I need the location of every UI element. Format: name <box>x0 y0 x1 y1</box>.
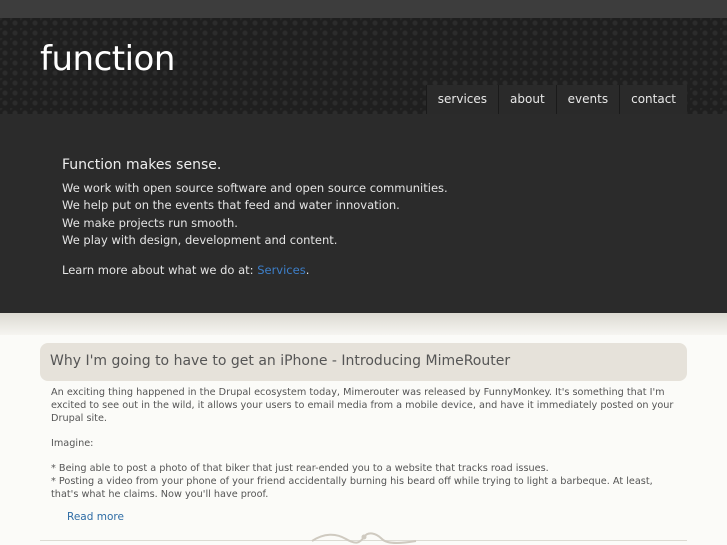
nav-contact[interactable]: contact <box>619 85 687 114</box>
top-bar <box>0 0 727 18</box>
post-title-bar: Why I'm going to have to get an iPhone -… <box>40 343 687 381</box>
main-nav: services about events contact <box>425 85 687 114</box>
nav-events[interactable]: events <box>555 85 619 114</box>
section-band <box>0 313 727 335</box>
ornament-icon <box>311 532 417 544</box>
post-bullet: * Posting a video from your phone of you… <box>51 476 653 500</box>
learn-more-prefix: Learn more about what we do at: <box>62 263 258 277</box>
intro-line: We help put on the events that feed and … <box>62 198 400 213</box>
post-bullet: * Being able to post a photo of that bik… <box>51 463 549 474</box>
post-paragraph: An exciting thing happened in the Drupal… <box>51 387 674 424</box>
intro-title: Function makes sense. <box>62 157 222 173</box>
post-body: An exciting thing happened in the Drupal… <box>51 386 681 513</box>
services-link[interactable]: Services <box>257 263 306 277</box>
post-paragraph: Imagine: <box>51 438 94 449</box>
learn-more-text: Learn more about what we do at: Services… <box>62 263 309 277</box>
nav-services[interactable]: services <box>425 85 498 114</box>
intro-line: We play with design, development and con… <box>62 232 338 247</box>
learn-more-suffix: . <box>305 263 310 277</box>
site-logo[interactable]: function <box>40 39 175 79</box>
nav-about[interactable]: about <box>498 85 556 114</box>
post-title[interactable]: Why I'm going to have to get an iPhone -… <box>50 353 510 369</box>
intro-line: We make projects run smooth. <box>62 215 238 230</box>
intro-line: We work with open source software and op… <box>62 181 448 195</box>
intro-section: Function makes sense. We work with open … <box>0 114 727 313</box>
read-more-link[interactable]: Read more <box>67 511 124 523</box>
site-header: function services about events contact <box>0 18 727 114</box>
intro-lines: We work with open source software and op… <box>62 180 448 249</box>
